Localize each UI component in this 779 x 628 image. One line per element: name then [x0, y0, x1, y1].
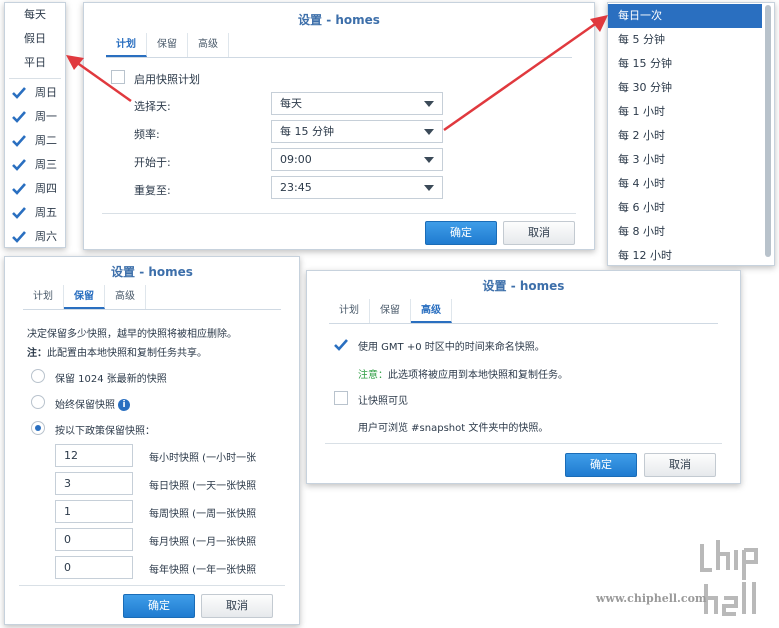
- watermark-url: www.chiphell.com: [596, 592, 707, 605]
- arrow-to-days-menu: [66, 55, 132, 103]
- annotation-arrows: [66, 15, 608, 132]
- chiphell-logo: [700, 540, 758, 616]
- watermark: www.chiphell.com: [596, 536, 776, 620]
- arrow-to-frequency-menu: [443, 15, 608, 132]
